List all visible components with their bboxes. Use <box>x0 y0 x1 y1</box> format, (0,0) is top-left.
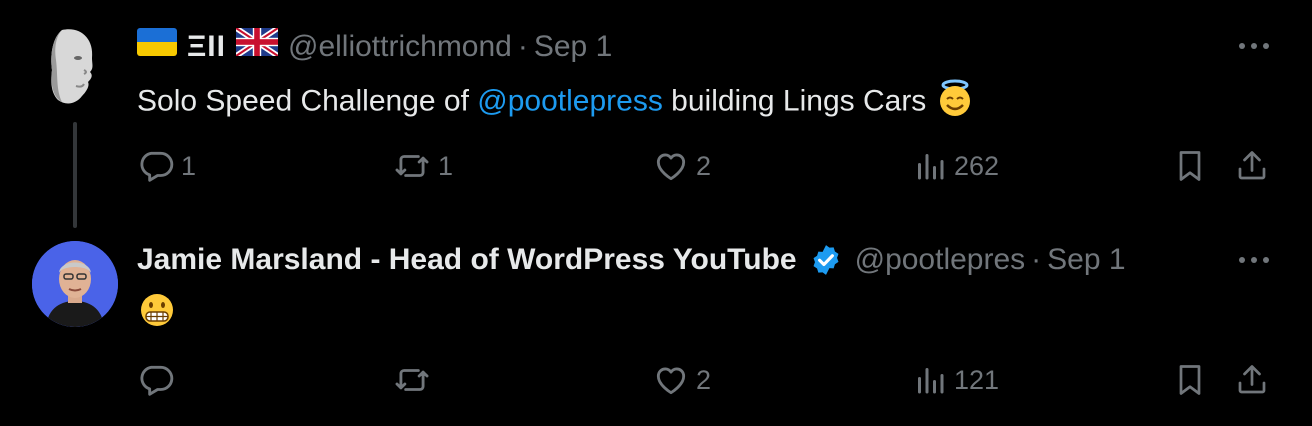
thread-connector-line <box>73 122 77 228</box>
share-icon <box>1238 151 1266 180</box>
like-count: 2 <box>696 150 712 181</box>
like-button[interactable]: 2 <box>652 360 711 400</box>
share-icon <box>1238 365 1266 394</box>
like-button[interactable]: 2 <box>652 146 711 186</box>
verified-badge-icon[interactable] <box>809 243 843 277</box>
views-chart-icon <box>918 368 944 394</box>
ukraine-flag-icon <box>137 28 177 65</box>
smiling-face-with-halo-emoji <box>935 78 975 127</box>
avatar[interactable] <box>32 24 118 110</box>
like-count: 2 <box>696 364 712 395</box>
mention-link[interactable]: @pootlepress <box>477 84 663 117</box>
bookmark-button[interactable] <box>1172 146 1208 186</box>
tweet-date[interactable]: Sep 1 <box>1047 242 1125 278</box>
avatar[interactable] <box>32 241 118 327</box>
reply-icon <box>140 365 174 396</box>
mask-avatar-image <box>32 24 118 110</box>
tweet-text-part: Solo Speed Challenge of <box>137 84 478 118</box>
reply-count: 1 <box>181 150 197 181</box>
repost-count: 1 <box>438 150 454 181</box>
bookmark-icon <box>1179 151 1201 181</box>
reply-button[interactable]: 1 <box>137 146 196 186</box>
tweet-date[interactable]: Sep 1 <box>534 29 612 65</box>
reply-button[interactable] <box>137 360 181 400</box>
views-chart-icon <box>918 154 944 180</box>
heart-icon <box>656 367 686 395</box>
display-name[interactable]: Jamie Marsland - Head of WordPress YouTu… <box>137 242 797 278</box>
views-button[interactable]: 121 <box>912 360 999 400</box>
views-button[interactable]: 262 <box>912 146 999 186</box>
separator-dot: · <box>1031 243 1042 276</box>
bookmark-button[interactable] <box>1172 360 1208 400</box>
views-count: 262 <box>954 150 1000 181</box>
repost-button[interactable]: 1 <box>392 146 453 186</box>
user-handle[interactable]: @elliottrichmond <box>288 29 512 65</box>
tweet[interactable]: ΞII @elliottrichmond · Sep 1 Solo Speed … <box>0 0 1312 228</box>
display-name-logo[interactable]: ΞII <box>187 29 226 65</box>
tweet-text: Solo Speed Challenge of @pootlepress bui… <box>137 78 975 127</box>
grimacing-face-emoji <box>137 290 177 339</box>
tweet-text-part: building Lings Cars <box>662 84 935 118</box>
repost-button[interactable] <box>392 360 438 400</box>
views-count: 121 <box>954 364 1000 395</box>
tweet-actions: 2 121 <box>137 360 1277 400</box>
uk-flag-icon <box>234 25 280 65</box>
person-avatar-image <box>32 241 118 327</box>
repost-icon <box>395 155 429 177</box>
bookmark-icon <box>1179 365 1201 395</box>
tweet-actions: 1 1 2 262 <box>137 146 1277 186</box>
user-handle[interactable]: @pootlepres <box>855 242 1026 278</box>
tweet-text <box>137 290 177 339</box>
more-options-icon[interactable] <box>1236 242 1272 278</box>
tweet-header: ΞII @elliottrichmond · Sep 1 <box>137 25 612 65</box>
reply-icon <box>140 151 174 182</box>
heart-icon <box>656 153 686 181</box>
tweet[interactable]: Jamie Marsland - Head of WordPress YouTu… <box>0 214 1312 426</box>
share-button[interactable] <box>1234 360 1270 400</box>
more-options-icon[interactable] <box>1236 28 1272 64</box>
separator-dot: · <box>517 29 528 63</box>
share-button[interactable] <box>1234 146 1270 186</box>
repost-icon <box>395 369 429 391</box>
tweet-header: Jamie Marsland - Head of WordPress YouTu… <box>137 242 1126 278</box>
